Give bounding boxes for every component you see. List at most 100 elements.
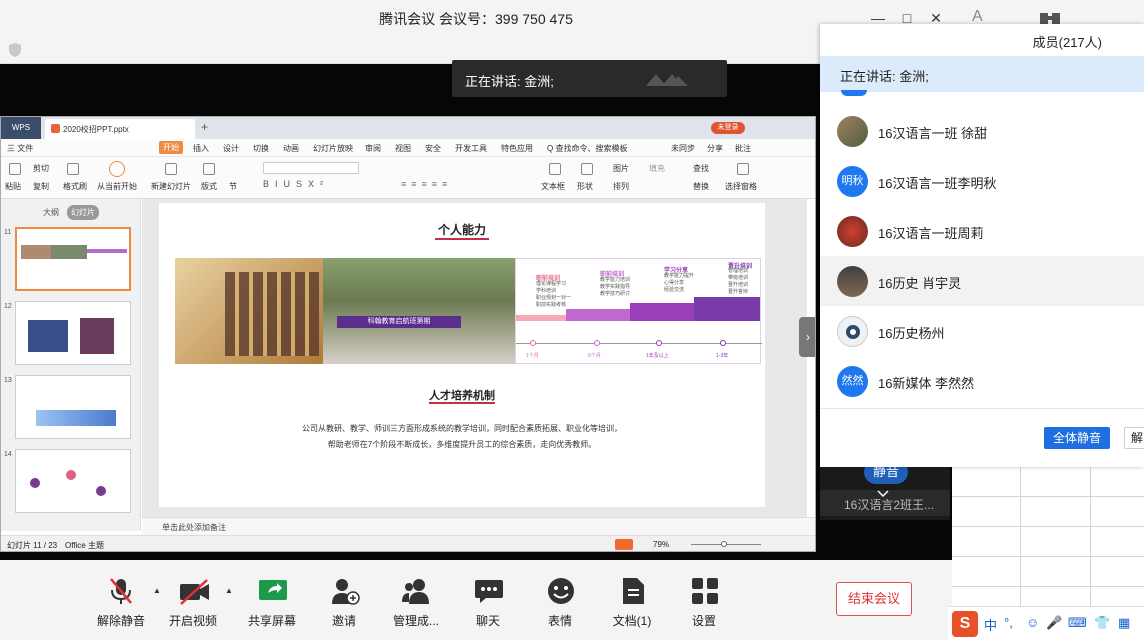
menu-view[interactable]: 视图 <box>395 143 411 154</box>
slides-tab[interactable]: 幻灯片 <box>67 205 99 220</box>
outline-tab[interactable]: 大纲 <box>43 207 59 218</box>
ime-grid-icon[interactable]: ▦ <box>1118 615 1130 631</box>
share-screen-button[interactable]: 共享屏幕 <box>237 572 307 632</box>
file-tab[interactable]: 2020校招PPT.pptx <box>45 119 195 139</box>
avatar <box>837 316 868 347</box>
ribbon-copy[interactable]: 复制 <box>33 181 49 192</box>
slide-thumbnail-pane: 大纲 幻灯片 11 12 13 14 <box>1 199 141 531</box>
menu-unsynced[interactable]: 未同步 <box>671 143 695 154</box>
menu-comment[interactable]: 批注 <box>735 143 751 154</box>
ribbon-format-painter[interactable]: 格式刷 <box>63 181 87 192</box>
voice-input-icon[interactable]: 🎤 <box>1046 615 1062 631</box>
textbox-icon[interactable] <box>549 163 561 175</box>
zoom-level[interactable]: 79% <box>653 540 669 549</box>
wps-app-tab[interactable]: WPS <box>1 117 41 139</box>
end-meeting-button[interactable]: 结束会议 <box>836 582 912 616</box>
more-members-button[interactable]: 解 <box>1124 427 1144 449</box>
menu-insert[interactable]: 插入 <box>193 143 209 154</box>
emoji-ime-icon[interactable]: ☺ <box>1026 615 1039 630</box>
notes-placeholder[interactable]: 单击此处添加备注 <box>162 522 226 533</box>
video-options-caret-icon[interactable]: ▲ <box>225 586 233 595</box>
sogou-ime-icon[interactable]: S <box>952 611 978 637</box>
ribbon-picture[interactable]: 图片 <box>613 163 629 174</box>
settings-button[interactable]: 设置 <box>669 572 739 632</box>
punctuation-icon[interactable]: °, <box>1004 615 1013 630</box>
menu-review[interactable]: 审阅 <box>365 143 381 154</box>
ribbon-selection-pane[interactable]: 选择窗格 <box>725 181 757 192</box>
notes-area[interactable]: 单击此处添加备注 <box>142 517 815 535</box>
menu-home[interactable]: 开始 <box>159 141 183 154</box>
shape-icon[interactable] <box>581 163 593 175</box>
settings-label: 设置 <box>691 614 716 628</box>
ribbon-section[interactable]: 节 <box>229 181 237 192</box>
layout-icon[interactable] <box>203 163 215 175</box>
reactions-button[interactable]: 表情 <box>525 572 595 632</box>
share-screen-label: 共享屏幕 <box>247 614 296 628</box>
menu-security[interactable]: 安全 <box>425 143 441 154</box>
menu-features[interactable]: 特色应用 <box>501 143 533 154</box>
timeline-item: 带班培训 <box>728 275 749 281</box>
shield-icon[interactable] <box>8 42 22 58</box>
start-video-button[interactable]: 开启视频 <box>158 572 228 632</box>
avatar <box>837 216 868 247</box>
documents-button[interactable]: 文档(1) <box>597 572 667 632</box>
unmute-button[interactable]: 解除静音 <box>86 572 156 632</box>
slide-counter: 幻灯片 11 / 23 <box>7 541 58 550</box>
ribbon-new-slide[interactable]: 新建幻灯片 <box>151 181 191 192</box>
paragraph-align-buttons[interactable]: ≡≡≡≡≡ <box>401 179 452 189</box>
menu-search-command[interactable]: Q 查找命令、搜索模板 <box>547 143 627 154</box>
menu-share[interactable]: 分享 <box>707 143 723 154</box>
ribbon-textbox[interactable]: 文本框 <box>541 181 565 192</box>
skin-icon[interactable]: 👕 <box>1094 615 1110 631</box>
menu-transition[interactable]: 切换 <box>253 143 269 154</box>
ribbon-fill[interactable]: 填充 <box>649 163 665 174</box>
invite-button[interactable]: 邀请 <box>309 572 379 632</box>
manage-members-button[interactable]: 管理成... <box>381 572 451 632</box>
ribbon-replace[interactable]: 替换 <box>693 181 709 192</box>
play-slideshow-icon[interactable] <box>615 539 633 550</box>
new-slide-icon[interactable] <box>165 163 177 175</box>
slide-thumbnail-11[interactable] <box>15 227 131 291</box>
ribbon-from-current[interactable]: 从当前开始 <box>97 181 137 192</box>
ribbon-cut[interactable]: 剪切 <box>33 163 49 174</box>
zoom-slider-thumb[interactable] <box>721 541 727 547</box>
member-row[interactable]: 明秋 16汉语言一班李明秋 <box>820 156 1144 206</box>
next-slide-arrow-icon[interactable]: › <box>799 317 815 357</box>
wps-ribbon: 粘贴 剪切 复制 格式刷 从当前开始 新建幻灯片 版式 节 BIUSX² ≡≡≡… <box>1 157 815 199</box>
chinese-mode-icon[interactable]: 中 <box>984 615 997 634</box>
font-name-select[interactable] <box>263 162 359 174</box>
member-row[interactable]: 16历史 肖宇灵 <box>820 256 1144 306</box>
ribbon-find[interactable]: 查找 <box>693 163 709 174</box>
member-row[interactable]: 16汉语言一班 徐甜 <box>820 106 1144 156</box>
menu-slideshow[interactable]: 幻灯片放映 <box>313 143 353 154</box>
slide-thumbnail-12[interactable] <box>15 301 131 365</box>
play-from-current-icon[interactable] <box>109 161 125 177</box>
timeline-item: 晋升答辩 <box>728 289 749 295</box>
menu-developer[interactable]: 开发工具 <box>455 143 487 154</box>
new-tab-button[interactable]: + <box>201 120 208 134</box>
menu-animation[interactable]: 动画 <box>283 143 299 154</box>
keyboard-icon[interactable]: ⌨ <box>1068 615 1087 631</box>
slide-thumbnail-13[interactable] <box>15 375 131 439</box>
font-style-buttons[interactable]: BIUSX² <box>263 179 329 189</box>
ribbon-shape[interactable]: 形状 <box>577 181 593 192</box>
mute-all-button[interactable]: 全体静音 <box>1044 427 1110 449</box>
selection-pane-icon[interactable] <box>737 163 749 175</box>
member-row[interactable]: 16汉语言一班周莉 <box>820 206 1144 256</box>
ribbon-paste[interactable]: 粘贴 <box>5 181 21 192</box>
member-row[interactable]: 16历史杨州 <box>820 306 1144 356</box>
thumb-number: 11 <box>4 229 12 236</box>
menu-design[interactable]: 设计 <box>223 143 239 154</box>
chevron-down-icon[interactable] <box>877 488 889 498</box>
member-name: 16新媒体 李然然 <box>878 376 975 391</box>
unlogged-badge[interactable]: 未登录 <box>711 122 745 134</box>
slide-thumbnail-14[interactable] <box>15 449 131 513</box>
paste-icon[interactable] <box>9 163 21 175</box>
menu-file[interactable]: 三 文件 <box>7 143 33 154</box>
ribbon-arrange[interactable]: 排列 <box>613 181 629 192</box>
chat-button[interactable]: 聊天 <box>453 572 523 632</box>
format-painter-icon[interactable] <box>67 163 79 175</box>
ribbon-layout[interactable]: 版式 <box>201 181 217 192</box>
timeline-item: 经验交流 <box>664 287 685 293</box>
member-row[interactable]: 然然 16新媒体 李然然 <box>820 356 1144 406</box>
